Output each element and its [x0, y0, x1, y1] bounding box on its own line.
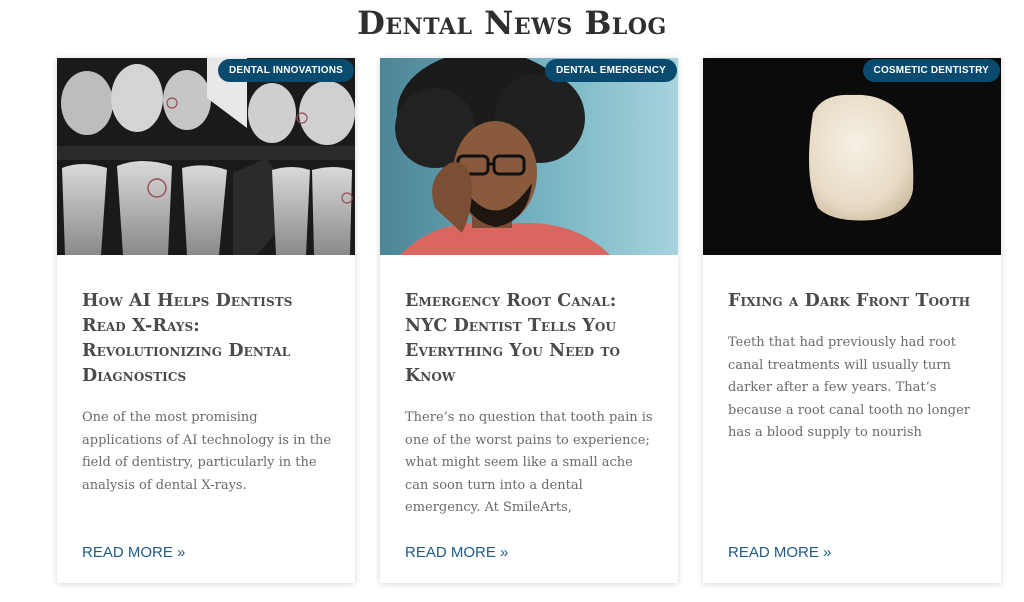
porcelain-veneer-image	[703, 58, 1001, 255]
blog-post-card: Cosmetic Dentistry Fixing a Dark Front T…	[703, 58, 1001, 583]
card-body: Fixing a Dark Front Tooth Teeth that had…	[728, 289, 979, 445]
blog-post-card: Dental Innovations How AI Helps Dentists…	[57, 58, 355, 583]
dental-xray-image	[57, 58, 355, 255]
card-body: How AI Helps Dentists Read X-Rays: Revol…	[82, 289, 333, 497]
blog-post-card: Dental Emergency Emergency Root Canal: N…	[380, 58, 678, 583]
read-more-link[interactable]: READ MORE »	[405, 544, 508, 561]
post-title[interactable]: How AI Helps Dentists Read X-Rays: Revol…	[82, 289, 333, 389]
post-title[interactable]: Fixing a Dark Front Tooth	[728, 289, 979, 314]
read-more-link[interactable]: READ MORE »	[728, 544, 831, 561]
post-excerpt: One of the most promising applications o…	[82, 410, 332, 493]
card-body: Emergency Root Canal: NYC Dentist Tells …	[405, 289, 656, 520]
post-thumbnail-veneer[interactable]: Cosmetic Dentistry	[703, 58, 1001, 255]
category-badge[interactable]: Dental Innovations	[218, 59, 354, 82]
category-badge[interactable]: Dental Emergency	[544, 59, 677, 82]
post-thumbnail-toothache[interactable]: Dental Emergency	[380, 58, 678, 255]
read-more-link[interactable]: READ MORE »	[82, 544, 185, 561]
man-with-toothache-image	[380, 58, 678, 255]
page-title: Dental News Blog	[357, 4, 667, 42]
post-excerpt: There’s no question that tooth pain is o…	[405, 410, 653, 515]
post-title[interactable]: Emergency Root Canal: NYC Dentist Tells …	[405, 289, 656, 389]
post-thumbnail-xray[interactable]: Dental Innovations	[57, 58, 355, 255]
category-badge[interactable]: Cosmetic Dentistry	[862, 59, 1000, 82]
post-excerpt: Teeth that had previously had root canal…	[728, 335, 970, 440]
